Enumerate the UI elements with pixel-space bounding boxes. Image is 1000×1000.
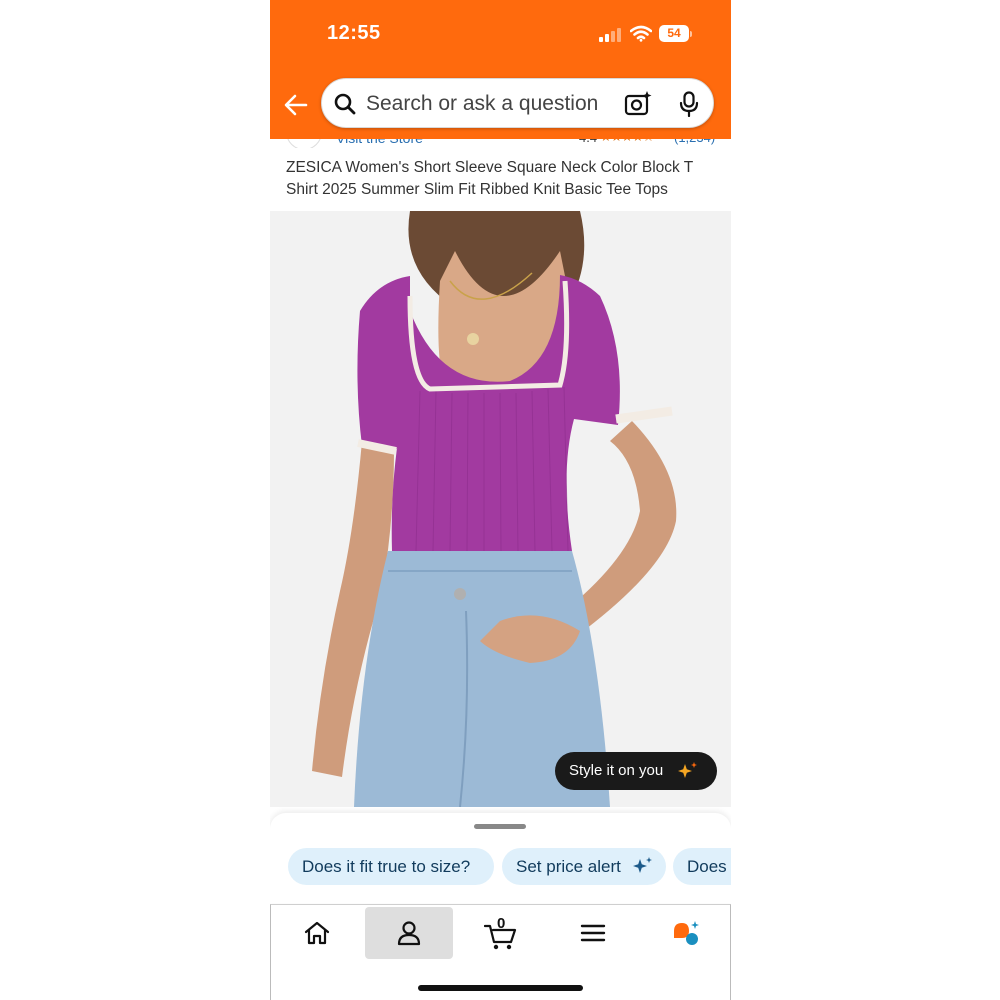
style-it-on-you-button[interactable]: Style it on you xyxy=(555,752,717,790)
search-input[interactable]: Search or ask a question xyxy=(366,92,598,116)
suggestion-chip-fit[interactable]: Does it fit true to size? xyxy=(288,848,494,885)
suggestion-sheet: Does it fit true to size? Set price aler… xyxy=(270,813,731,903)
cellular-signal-icon xyxy=(599,28,623,42)
product-title: ZESICA Women's Short Sleeve Square Neck … xyxy=(286,159,693,198)
nav-account[interactable] xyxy=(365,907,453,959)
back-arrow-icon[interactable] xyxy=(282,91,310,119)
home-icon xyxy=(304,921,330,945)
sheet-grabber[interactable] xyxy=(474,824,526,829)
nav-rufus[interactable] xyxy=(641,907,729,959)
microphone-icon[interactable] xyxy=(678,91,700,117)
wifi-icon xyxy=(630,25,652,42)
search-bar[interactable]: Search or ask a question xyxy=(321,78,714,128)
nav-menu[interactable] xyxy=(549,907,637,959)
product-image[interactable]: Style it on you xyxy=(270,211,731,807)
search-icon xyxy=(334,93,356,115)
home-indicator xyxy=(418,985,583,991)
camera-lens-icon[interactable] xyxy=(624,90,652,118)
rufus-icon xyxy=(674,921,699,945)
status-time: 12:55 xyxy=(327,22,381,44)
app-header: 12:55 54 Search or ask a question xyxy=(270,0,731,139)
bottom-nav: 0 xyxy=(270,904,731,1000)
sparkle-icon xyxy=(633,857,652,873)
sparkle-icon xyxy=(678,762,697,778)
suggestion-chip-label: Does it fit true to size? xyxy=(302,857,471,876)
cart-count-badge: 0 xyxy=(497,915,506,932)
battery-tip xyxy=(690,31,692,37)
phone-screen: Visit the Store 4.4 ★★★★☆ (1,234) 12:55 … xyxy=(270,0,731,1000)
suggestion-chip-price-alert[interactable]: Set price alert xyxy=(502,848,666,885)
style-it-on-you-label: Style it on you xyxy=(569,762,664,779)
hamburger-icon xyxy=(580,924,606,942)
nav-home[interactable] xyxy=(273,907,361,959)
suggestion-chip-more[interactable]: Does xyxy=(673,848,731,885)
suggestion-chip-label: Set price alert xyxy=(516,857,621,876)
person-icon xyxy=(397,921,421,946)
nav-cart[interactable]: 0 xyxy=(457,907,545,959)
product-photo xyxy=(270,211,731,807)
battery-indicator: 54 xyxy=(659,25,689,42)
suggestion-chip-label: Does xyxy=(687,857,727,876)
